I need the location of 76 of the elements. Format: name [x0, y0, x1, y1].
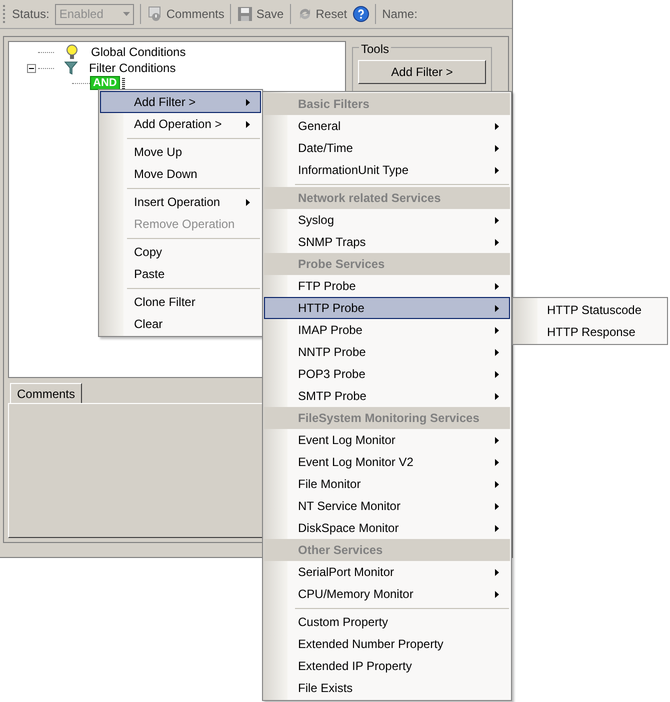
submenu-arrow-icon	[495, 326, 499, 334]
submenu-arrow-icon	[495, 238, 499, 246]
menu-item[interactable]: HTTP Statuscode	[514, 299, 666, 321]
menu-item[interactable]: NT Service Monitor	[264, 495, 510, 517]
menu-item[interactable]: Move Up	[100, 141, 261, 163]
menu-item[interactable]: Extended IP Property	[264, 655, 510, 677]
submenu-arrow-icon	[246, 98, 250, 106]
menu-item[interactable]: Move Down	[100, 163, 261, 185]
tab[interactable]: Comments	[10, 383, 82, 403]
collapse-toggle-icon[interactable]	[27, 64, 36, 72]
tree-item[interactable]: Filter Conditions	[89, 59, 176, 77]
menu-item[interactable]: DiskSpace Monitor	[264, 517, 510, 539]
submenu-arrow-icon	[495, 166, 499, 174]
menu-item[interactable]: SerialPort Monitor	[264, 561, 510, 583]
submenu-arrow-icon	[495, 304, 499, 312]
menu-item[interactable]: HTTP Response	[514, 321, 666, 343]
menu-item[interactable]: InformationUnit Type	[264, 159, 510, 181]
submenu-arrow-icon	[495, 216, 499, 224]
toolbar-button[interactable]: Reset	[296, 3, 348, 25]
menu-section-header: Other Services	[264, 539, 510, 561]
menu-item[interactable]: Event Log Monitor	[264, 429, 510, 451]
status-label: Status:	[12, 6, 50, 23]
submenu-arrow-icon	[246, 120, 250, 128]
help-icon[interactable]	[353, 6, 370, 22]
menu-item[interactable]: FTP Probe	[264, 275, 510, 297]
menu-section-header: Network related Services	[264, 187, 510, 209]
menu-item[interactable]: SMTP Probe	[264, 385, 510, 407]
menu-item[interactable]: Clone Filter	[100, 291, 261, 313]
submenu-arrow-icon	[495, 458, 499, 466]
submenu-arrow-icon	[495, 502, 499, 510]
menu-item[interactable]: General	[264, 115, 510, 137]
tree-item[interactable]: Global Conditions	[91, 43, 186, 61]
submenu-arrow-icon	[495, 392, 499, 400]
menu-item[interactable]: Clear	[100, 313, 261, 335]
submenu-arrow-icon	[495, 480, 499, 488]
toolbar-button[interactable]: Save	[237, 3, 284, 25]
menu-item[interactable]: Event Log Monitor V2	[264, 451, 510, 473]
submenu-arrow-icon	[495, 282, 499, 290]
submenu-arrow-icon	[495, 568, 499, 576]
toolbar-button[interactable]: Comments	[147, 3, 224, 25]
menu-item[interactable]: Date/Time	[264, 137, 510, 159]
submenu-arrow-icon	[495, 370, 499, 378]
menu-item[interactable]: HTTP Probe	[264, 297, 510, 319]
menu-item[interactable]: NNTP Probe	[264, 341, 510, 363]
menu-item[interactable]: Extended Number Property	[264, 633, 510, 655]
submenu-arrow-icon	[495, 122, 499, 130]
menu-item[interactable]: Add Operation >	[100, 113, 261, 135]
grip-icon	[122, 78, 125, 88]
menu-item[interactable]: Custom Property	[264, 611, 510, 633]
menu-section-header: FileSystem Monitoring Services	[264, 407, 510, 429]
menu-item[interactable]: Add Filter >	[100, 91, 261, 113]
submenu-arrow-icon	[495, 524, 499, 532]
menu-item[interactable]: Copy	[100, 241, 261, 263]
menu-item[interactable]: Paste	[100, 263, 261, 285]
menu-item[interactable]: CPU/Memory Monitor	[264, 583, 510, 605]
menu-item[interactable]: Insert Operation	[100, 191, 261, 213]
lightbulb-icon	[64, 44, 80, 60]
menu-section-header: Probe Services	[264, 253, 510, 275]
add-filter-button[interactable]: Add Filter >	[358, 60, 486, 84]
name-label: Name:	[382, 6, 418, 23]
grip-icon	[3, 5, 6, 23]
menu-item[interactable]: File Monitor	[264, 473, 510, 495]
menu-item[interactable]: SNMP Traps	[264, 231, 510, 253]
submenu-arrow-icon	[495, 348, 499, 356]
dropdown-arrow-icon	[123, 12, 130, 16]
menu-item[interactable]: POP3 Probe	[264, 363, 510, 385]
submenu-arrow-icon	[495, 590, 499, 598]
menu-item[interactable]: Syslog	[264, 209, 510, 231]
menu-item[interactable]: File Exists	[264, 677, 510, 699]
submenu-arrow-icon	[495, 436, 499, 444]
menu-item[interactable]: IMAP Probe	[264, 319, 510, 341]
comment-icon	[147, 6, 164, 22]
funnel-icon	[64, 61, 78, 75]
menu-section-header: Basic Filters	[264, 93, 510, 115]
submenu-arrow-icon	[246, 198, 250, 206]
submenu-arrow-icon	[495, 144, 499, 152]
